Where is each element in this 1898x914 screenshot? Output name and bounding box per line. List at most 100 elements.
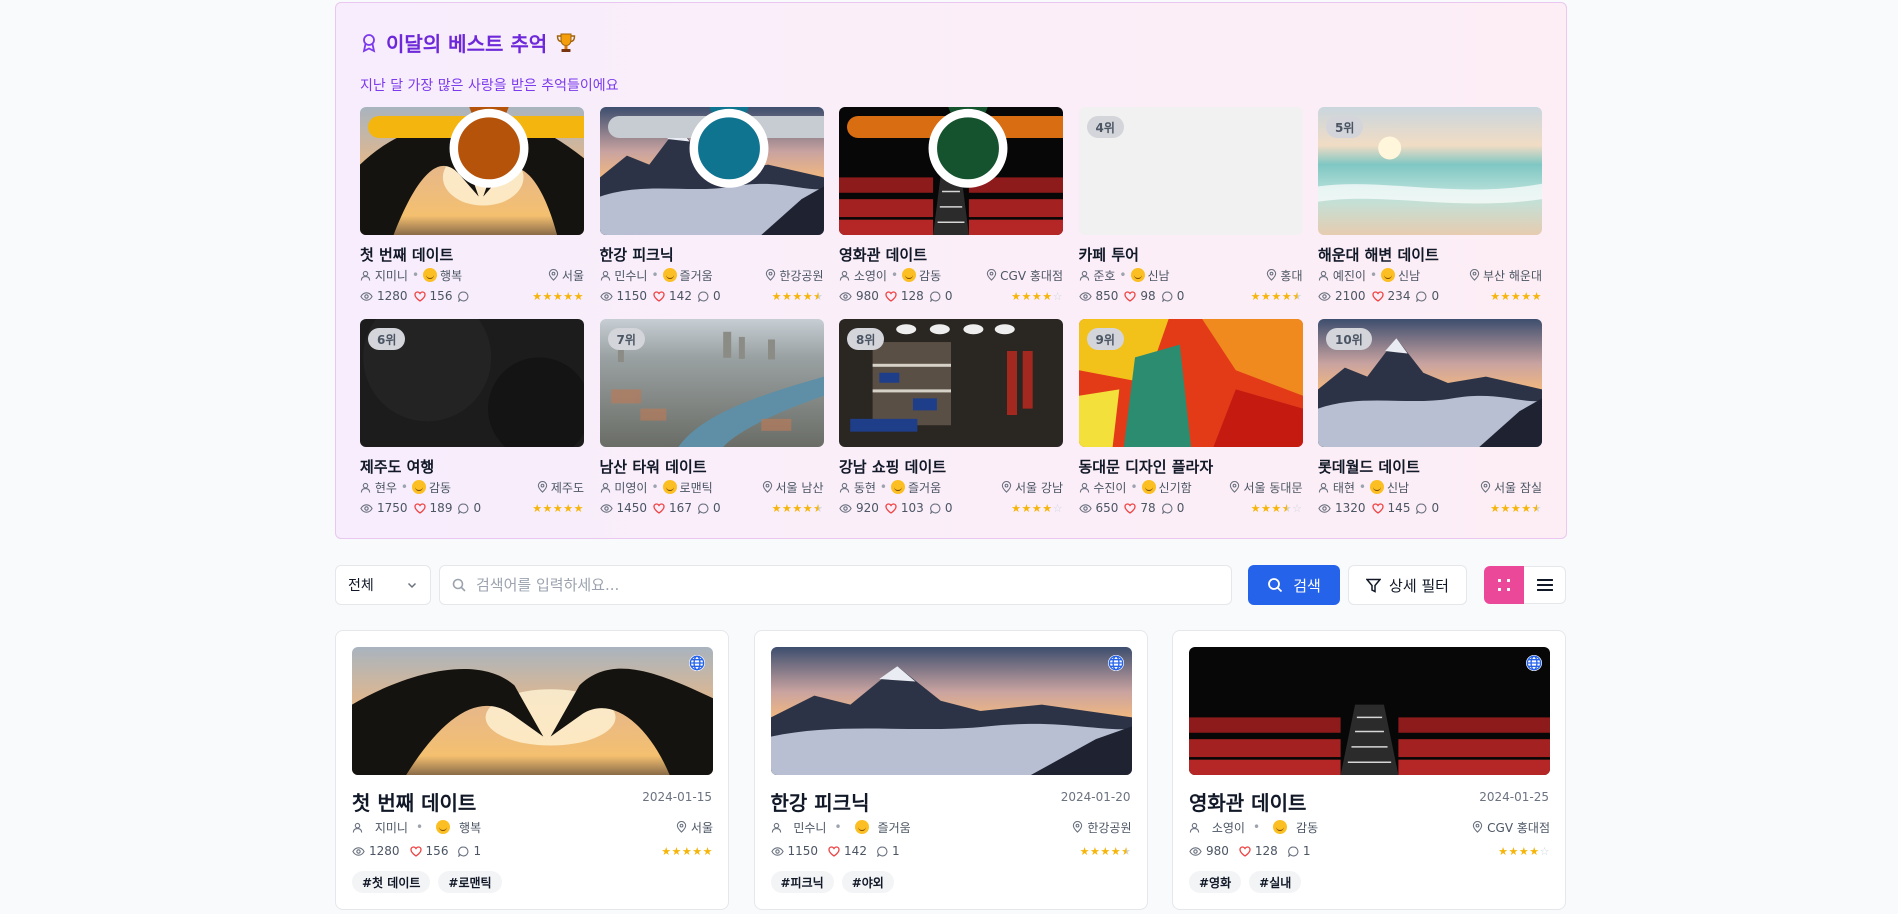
best-memory-stats: 850 98 0 ★★★★★: [1078, 288, 1303, 304]
best-memory-card[interactable]: 1위 첫 번째 데이트 지미니 • 행복 서울 1280 156 ★★★★★: [360, 107, 584, 307]
best-memory-card[interactable]: 10위 롯데월드 데이트 태현 • 신남 서울 잠실 1320 145 0 ★★…: [1318, 319, 1542, 519]
best-memory-image: 7위: [599, 319, 824, 447]
memory-card-title: 한강 피크닉: [770, 791, 870, 815]
comment-count: 0: [1431, 501, 1440, 515]
best-memory-stats: 650 78 0 ★★★★☆: [1078, 500, 1303, 516]
mood-label: 즐거움: [908, 480, 942, 495]
tag-chip[interactable]: #영화: [1189, 871, 1242, 893]
mood-label: 행복: [440, 268, 463, 283]
heart-icon: [885, 290, 897, 302]
list-view-toggle[interactable]: [1524, 566, 1566, 604]
separator-dot: •: [651, 268, 659, 282]
best-memory-meta: 소영이 • 감동 CGV 홍대점: [839, 267, 1063, 283]
mood-label: 감동: [919, 268, 942, 283]
view-count: 650: [1095, 501, 1119, 515]
best-memory-card[interactable]: 2위 한강 피크닉 민수니 • 즐거움 한강공원 1150 142 0 ★★★★…: [599, 107, 824, 307]
best-memory-card[interactable]: 5위 해운대 해변 데이트 예진이 • 신남 부산 해운대 2100 234 0…: [1318, 107, 1542, 307]
comment-icon: [458, 503, 469, 514]
search-icon: [452, 578, 466, 592]
memory-card[interactable]: 영화관 데이트 2024-01-25 소영이 • 감동 CGV 홍대점 980 …: [1172, 630, 1566, 910]
grid-view-icon: [1497, 578, 1511, 592]
location-label: 한강공원: [1087, 820, 1132, 835]
comment-icon: [929, 503, 941, 514]
user-icon: [1189, 822, 1200, 833]
eye-icon: [839, 503, 852, 514]
star-rating: ★★★★★: [1250, 289, 1303, 303]
comment-icon: [1416, 503, 1427, 514]
author-name: 예진이: [1332, 268, 1366, 283]
memory-card-title: 첫 번째 데이트: [352, 791, 477, 815]
like-count: 145: [1387, 501, 1411, 515]
best-memory-card[interactable]: 3위 영화관 데이트 소영이 • 감동 CGV 홍대점 980 128 0 ★★…: [839, 107, 1063, 307]
best-memory-stats: 980 128 0 ★★★★☆: [839, 288, 1063, 304]
view-count: 980: [1206, 844, 1229, 858]
location: 서울 동대문: [1229, 479, 1303, 496]
category-select[interactable]: 전체: [335, 565, 431, 605]
tag-chip[interactable]: #첫 데이트: [352, 871, 431, 893]
rank-label: 8위: [856, 332, 876, 347]
rank-badge: 10위: [1326, 328, 1372, 350]
mood-emoji-icon: [1273, 820, 1288, 834]
heart-icon: [653, 502, 665, 514]
memory-card[interactable]: 한강 피크닉 2024-01-20 민수니 • 즐거움 한강공원 1150 14…: [753, 630, 1148, 910]
location: 한강공원: [1072, 819, 1132, 836]
user-icon: [839, 482, 850, 493]
best-memories-title: 이달의 베스트 추억: [386, 32, 548, 56]
best-memory-image: 8위: [839, 319, 1063, 447]
best-memory-card[interactable]: 9위 동대문 디자인 플라자 수진이 • 신기함 서울 동대문 650 78 0…: [1078, 319, 1303, 519]
search-input[interactable]: [476, 576, 1176, 594]
advanced-filter-button[interactable]: 상세 필터: [1348, 565, 1467, 605]
star-rating: ★★★★☆: [1011, 289, 1063, 303]
rank-label: 9위: [1095, 332, 1115, 347]
location: 서울 남산: [762, 479, 824, 496]
best-memory-meta: 지미니 • 행복 서울: [360, 267, 584, 283]
memory-card-date: 2024-01-25: [1479, 790, 1549, 804]
best-memory-card[interactable]: 6위 제주도 여행 현우 • 감동 제주도 1750 189 0 ★★★★★: [360, 319, 584, 519]
memory-card-image: [352, 647, 713, 775]
separator-dot: •: [400, 480, 408, 494]
best-memory-image: 4위: [1078, 107, 1303, 235]
location-label: 제주도: [550, 480, 584, 495]
comment-count: 1: [1302, 844, 1311, 858]
mood-emoji-icon: [1130, 268, 1145, 282]
view-count: 1450: [616, 501, 648, 515]
best-memories-panel: 이달의 베스트 추억 지난 달 가장 많은 사랑을 받은 추억들이에요 1위 첫…: [335, 2, 1567, 539]
best-memory-card[interactable]: 7위 남산 타워 데이트 미영이 • 로맨틱 서울 남산 1450 167 0 …: [599, 319, 824, 519]
like-count: 234: [1387, 289, 1411, 303]
best-memory-card[interactable]: 8위 강남 쇼핑 데이트 동현 • 즐거움 서울 강남 920 103 0 ★★…: [839, 319, 1063, 519]
best-memory-title: 롯데월드 데이트: [1318, 458, 1420, 476]
eye-icon: [839, 291, 852, 302]
best-memory-stats: 1150 142 0 ★★★★★: [599, 288, 824, 304]
best-memory-meta: 수진이 • 신기함 서울 동대문: [1079, 479, 1303, 495]
mood-label: 신남: [1147, 268, 1170, 283]
search-field[interactable]: [439, 565, 1232, 605]
user-icon: [360, 270, 371, 281]
comment-icon: [458, 846, 469, 857]
comment-icon: [1416, 291, 1427, 302]
tag-chip[interactable]: #실내: [1249, 871, 1302, 893]
tag-chip[interactable]: #로맨틱: [438, 871, 502, 893]
star-rating: ★★★★☆: [1498, 844, 1550, 858]
search-button[interactable]: 검색: [1248, 565, 1340, 605]
grid-view-toggle[interactable]: [1484, 566, 1524, 604]
map-pin-icon: [1480, 481, 1491, 493]
location: 서울 강남: [1001, 479, 1063, 496]
best-memory-meta: 예진이 • 신남 부산 해운대: [1318, 267, 1542, 283]
heart-icon: [1124, 502, 1137, 514]
tag-chip[interactable]: #피크닉: [770, 871, 834, 893]
mood-label: 로맨틱: [679, 480, 713, 495]
memory-card[interactable]: 첫 번째 데이트 2024-01-15 지미니 • 행복 서울 1280 156…: [335, 630, 729, 910]
mood-emoji-icon: [662, 268, 677, 282]
best-memory-title: 제주도 여행: [360, 458, 435, 476]
mood-label: 신남: [1387, 480, 1410, 495]
location: 서울: [548, 267, 584, 284]
best-memory-stats: 1320 145 0 ★★★★★: [1318, 500, 1542, 516]
author-name: 민수니: [793, 820, 827, 835]
best-memory-meta: 태현 • 신남 서울 잠실: [1318, 479, 1542, 495]
best-memory-card[interactable]: 4위 카페 투어 준호 • 신남 홍대 850 98 0 ★★★★★: [1078, 107, 1303, 307]
user-icon: [839, 270, 850, 281]
mood-label: 신기함: [1158, 480, 1192, 495]
view-count: 1280: [377, 289, 408, 303]
tag-chip[interactable]: #야외: [841, 871, 894, 893]
location-label: 한강공원: [779, 268, 824, 283]
